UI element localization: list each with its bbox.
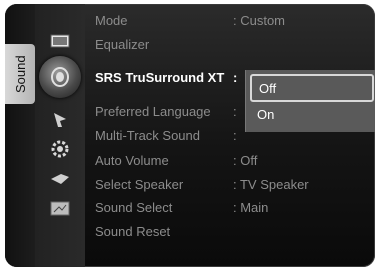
menu-item-label: Select Speaker: [95, 176, 184, 192]
sound-menu-panel: Sound Mode : Custom Equalizer SRS TruSur…: [5, 4, 375, 267]
category-icon-column: [35, 4, 85, 267]
sound-tab-label: Sound: [13, 55, 28, 93]
picture-icon[interactable]: [47, 30, 73, 52]
support-icon[interactable]: [47, 198, 73, 220]
menu-item-equalizer[interactable]: Equalizer: [95, 33, 375, 55]
sound-icon[interactable]: [47, 66, 73, 88]
channel-icon[interactable]: [47, 108, 73, 130]
menu-item-sound-reset[interactable]: Sound Reset: [95, 220, 375, 242]
menu-item-label: Equalizer: [95, 36, 150, 52]
menu-item-value: : Custom: [233, 12, 286, 28]
menu-item-mode[interactable]: Mode : Custom: [95, 9, 375, 31]
srs-options-dropdown: Off On: [245, 70, 375, 132]
menu-item-value: : Off: [233, 152, 258, 168]
menu-item-label: Sound Select: [95, 199, 173, 215]
menu-item-value: :: [233, 127, 237, 143]
option-on[interactable]: On: [250, 102, 374, 126]
menu-item-value: : Main: [233, 199, 269, 215]
menu-item-sound-select[interactable]: Sound Select : Main: [95, 196, 375, 218]
option-off[interactable]: Off: [250, 74, 374, 102]
menu-item-value: :: [233, 103, 237, 119]
menu-item-select-speaker[interactable]: Select Speaker : TV Speaker: [95, 173, 375, 195]
menu-item-label: Multi-Track Sound: [95, 127, 200, 143]
menu-item-label: SRS TruSurround XT: [95, 69, 225, 85]
sound-menu-list: Mode : Custom Equalizer SRS TruSurround …: [95, 4, 375, 267]
menu-item-value: :: [233, 69, 238, 85]
menu-item-label: Sound Reset: [95, 223, 171, 239]
menu-item-label: Auto Volume: [95, 152, 169, 168]
input-icon[interactable]: [47, 168, 73, 190]
menu-item-label: Preferred Language: [95, 103, 211, 119]
menu-item-value: : TV Speaker: [233, 176, 309, 192]
menu-item-auto-volume[interactable]: Auto Volume : Off: [95, 149, 375, 171]
setup-icon[interactable]: [47, 138, 73, 160]
menu-item-label: Mode: [95, 12, 128, 28]
